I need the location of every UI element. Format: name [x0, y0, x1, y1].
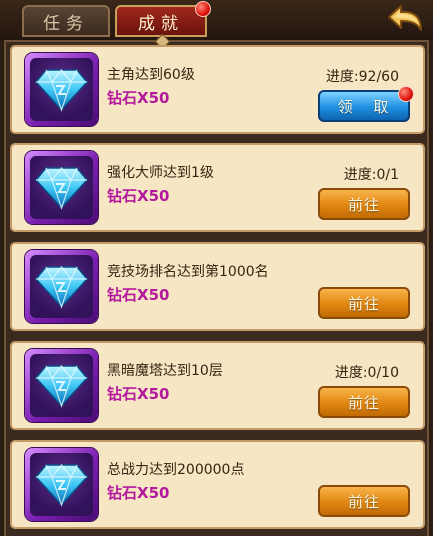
reward-icon-bg — [30, 453, 93, 516]
button-label: 领 取 — [337, 97, 397, 116]
go-button[interactable]: 前往 — [318, 386, 410, 418]
button-label: 前往 — [347, 195, 380, 214]
reward-icon-frame[interactable] — [25, 151, 98, 224]
back-button[interactable] — [385, 2, 425, 36]
task-reward: 钻石X50 — [107, 484, 170, 502]
task-progress: 进度:92/60 — [325, 69, 399, 85]
button-label: 前往 — [347, 492, 380, 511]
back-arrow-icon — [388, 5, 422, 31]
task-progress: 进度:0/1 — [343, 167, 399, 183]
diamond-icon — [35, 464, 88, 507]
task-reward: 钻石X50 — [107, 187, 170, 205]
diamond-icon — [35, 365, 88, 408]
tab-achievement-label: 成就 — [138, 13, 184, 34]
go-button[interactable]: 前往 — [318, 485, 410, 517]
tab-achievement[interactable]: 成就 — [115, 1, 211, 37]
claim-button[interactable]: 领 取 — [318, 86, 414, 122]
reward-icon-frame[interactable] — [25, 250, 98, 323]
reward-icon-bg — [30, 156, 93, 219]
tab-task-label: 任务 — [43, 13, 89, 34]
reward-icon-frame[interactable] — [25, 53, 98, 126]
notification-dot — [398, 86, 414, 102]
task-title: 总战力达到200000点 — [107, 462, 245, 478]
task-card: 竞技场排名达到第1000名 钻石X50 前往 — [10, 242, 425, 331]
task-card: 黑暗魔塔达到10层 钻石X50 进度:0/10 前往 — [10, 341, 425, 430]
top-bar: 任务 成就 — [0, 0, 433, 40]
task-reward: 钻石X50 — [107, 286, 170, 304]
reward-icon-bg — [30, 58, 93, 121]
tab-task[interactable]: 任务 — [22, 5, 110, 37]
reward-icon-frame[interactable] — [25, 448, 98, 521]
button-label: 前往 — [347, 393, 380, 412]
notification-dot — [195, 1, 211, 17]
reward-icon-bg — [30, 255, 93, 318]
reward-icon-frame[interactable] — [25, 349, 98, 422]
go-button[interactable]: 前往 — [318, 188, 410, 220]
diamond-icon — [35, 167, 88, 210]
task-title: 竞技场排名达到第1000名 — [107, 264, 269, 280]
task-title: 黑暗魔塔达到10层 — [107, 363, 223, 379]
task-reward: 钻石X50 — [107, 385, 170, 403]
go-button[interactable]: 前往 — [318, 287, 410, 319]
task-reward: 钻石X50 — [107, 89, 170, 107]
reward-icon-bg — [30, 354, 93, 417]
task-card: 总战力达到200000点 钻石X50 前往 — [10, 440, 425, 529]
task-card: 强化大师达到1级 钻石X50 进度:0/1 前往 — [10, 143, 425, 232]
task-title: 主角达到60级 — [107, 67, 195, 83]
button-label: 前往 — [347, 294, 380, 313]
diamond-icon — [35, 69, 88, 112]
task-card: 主角达到60级 钻石X50 进度:92/60 领 取 — [10, 45, 425, 134]
task-title: 强化大师达到1级 — [107, 165, 214, 181]
task-progress: 进度:0/10 — [334, 365, 399, 381]
diamond-icon — [35, 266, 88, 309]
